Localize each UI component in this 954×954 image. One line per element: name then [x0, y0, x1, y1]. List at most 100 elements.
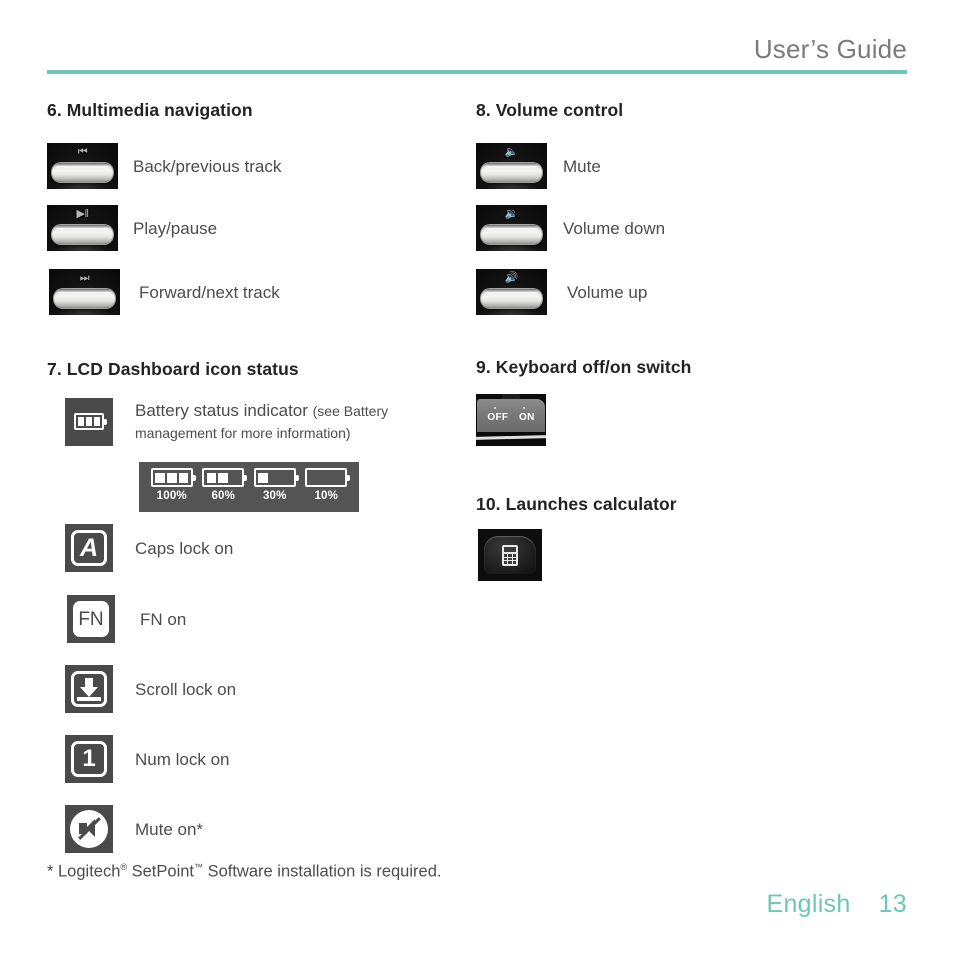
- battery-cell: [206, 472, 217, 483]
- status-row-mute-on: Mute on*: [65, 805, 467, 853]
- switch-highlight-strip: [476, 435, 546, 440]
- battery-cell-empty: [282, 473, 292, 483]
- battery-percent-label: 10%: [314, 490, 339, 502]
- next-track-glyph: ⏭: [79, 272, 90, 284]
- media-label-forward: Forward/next track: [139, 282, 280, 302]
- switch-dot-on: [523, 407, 525, 409]
- next-track-icon[interactable]: ⏭: [49, 269, 120, 315]
- section-9-title: 9. Keyboard off/on switch: [476, 357, 692, 377]
- status-label-scroll-lock: Scroll lock on: [135, 679, 237, 699]
- battery-cell: [258, 472, 268, 483]
- scroll-lock-icon: [65, 665, 113, 713]
- media-row-play: ▶‖ Play/pause: [47, 205, 467, 251]
- volume-up-glyph: 🔊: [504, 272, 519, 284]
- calculator-key: [508, 557, 512, 561]
- battery-percent-label: 100%: [156, 490, 187, 502]
- calculator-key: [512, 557, 516, 561]
- battery-cell-empty: [321, 473, 331, 483]
- battery-cell: [166, 472, 177, 483]
- calculator-key-body: [484, 536, 536, 574]
- fn-glyph: FN: [73, 601, 109, 637]
- status-row-scroll-lock: Scroll lock on: [65, 665, 467, 713]
- battery-outline: [150, 468, 196, 487]
- calculator-key: [504, 561, 508, 564]
- switch-labels: OFF ON: [477, 412, 545, 423]
- calculator-key: [512, 554, 516, 557]
- media-row-forward: ⏭ Forward/next track: [49, 269, 467, 315]
- media-label-play: Play/pause: [133, 218, 218, 238]
- play-pause-icon[interactable]: ▶‖: [47, 205, 118, 251]
- battery-cell-empty: [310, 473, 320, 483]
- switch-dot-off: [494, 407, 496, 409]
- calculator-key-icon[interactable]: [478, 529, 542, 581]
- key-bar: [52, 163, 113, 182]
- page-footer: English 13: [766, 890, 907, 919]
- page-header: User’s Guide: [47, 34, 907, 80]
- calculator-key: [512, 561, 516, 564]
- battery-status-row: Battery status indicator (see Battery ma…: [65, 398, 467, 446]
- battery-outline: [202, 468, 248, 487]
- num-lock-digit: 1: [82, 745, 96, 772]
- status-label-mute-on: Mute on*: [135, 819, 204, 839]
- battery-level-100: 100%: [146, 468, 198, 502]
- calculator-key: [508, 554, 512, 557]
- battery-outline: [74, 413, 107, 430]
- battery-level-30: 30%: [249, 468, 301, 502]
- volume-down-icon[interactable]: 🔉: [476, 205, 547, 251]
- battery-level-10: 10%: [301, 468, 353, 502]
- volume-label-mute: Mute: [563, 156, 601, 176]
- section-8-title: 8. Volume control: [476, 100, 624, 120]
- battery-cell-empty: [270, 473, 280, 483]
- fn-glyph-wrap: FN: [73, 601, 109, 637]
- play-pause-glyph: ▶‖: [76, 208, 89, 220]
- battery-status-label: Battery status indicator (see Battery ma…: [135, 400, 435, 444]
- section-7-title: 7. LCD Dashboard icon status: [47, 359, 299, 379]
- caps-lock-letter: A: [79, 533, 99, 562]
- battery-outline: [253, 468, 299, 487]
- scroll-arrow-base: [77, 697, 101, 701]
- battery-cells: [258, 472, 292, 483]
- battery-cells: [310, 473, 343, 483]
- trademark-mark: ™: [194, 862, 203, 872]
- keyboard-off-on-switch[interactable]: OFF ON: [476, 394, 546, 446]
- key-bar: [481, 225, 542, 244]
- media-row-back: ⏮ Back/previous track: [47, 143, 467, 189]
- num-lock-glyph-wrap: 1: [71, 741, 107, 777]
- switch-label-off: OFF: [487, 412, 509, 423]
- battery-cell: [86, 417, 92, 426]
- mute-glyph: 🔈: [504, 146, 519, 158]
- prev-track-glyph: ⏮: [77, 146, 88, 158]
- calculator-key: [504, 554, 508, 557]
- battery-cells: [78, 417, 100, 426]
- prev-track-icon[interactable]: ⏮: [47, 143, 118, 189]
- page-title: User’s Guide: [753, 34, 907, 64]
- battery-status-icon: [65, 398, 113, 446]
- battery-cell: [178, 472, 189, 483]
- mute-on-icon: [65, 805, 113, 853]
- volume-row-mute: 🔈 Mute: [476, 143, 906, 189]
- battery-cell: [218, 472, 229, 483]
- switch-label-on: ON: [519, 412, 535, 423]
- calculator-row: [478, 529, 906, 581]
- status-label-num-lock: Num lock on: [135, 749, 230, 769]
- scroll-lock-glyph: [71, 671, 107, 707]
- switch-body: OFF ON: [477, 399, 545, 432]
- battery-cells: [206, 472, 240, 483]
- calculator-screen: [504, 547, 516, 552]
- battery-cell: [78, 417, 84, 426]
- mute-icon[interactable]: 🔈: [476, 143, 547, 189]
- key-bar: [481, 289, 542, 308]
- media-label-back: Back/previous track: [133, 156, 282, 176]
- keyboard-switch-row: OFF ON: [476, 394, 906, 446]
- status-row-fn: FN FN on: [67, 595, 467, 643]
- caps-lock-glyph: A: [71, 530, 107, 566]
- volume-up-icon[interactable]: 🔊: [476, 269, 547, 315]
- right-column: 8. Volume control 🔈 Mute 🔉 Volume down 🔊…: [476, 100, 906, 581]
- footnote: * Logitech® SetPoint™ Software installat…: [47, 862, 441, 882]
- section-6-title: 6. Multimedia navigation: [47, 100, 253, 120]
- footnote-mid: SetPoint: [127, 862, 194, 881]
- status-label-fn: FN on: [140, 609, 187, 629]
- key-bar: [52, 225, 113, 244]
- caps-lock-glyph-wrap: A: [71, 530, 107, 566]
- mute-glyph-wrap: [70, 810, 108, 848]
